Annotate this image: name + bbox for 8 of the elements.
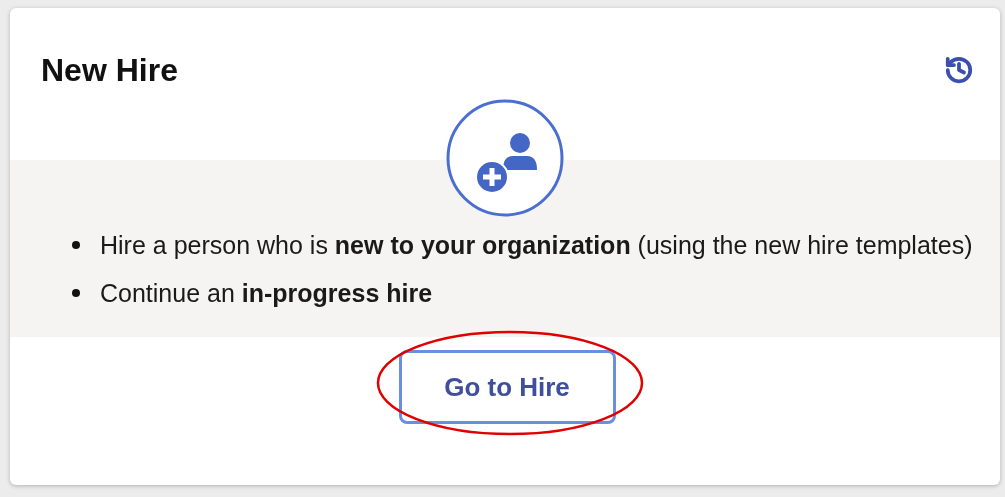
add-person-icon — [445, 98, 565, 218]
bullet-icon — [72, 241, 80, 249]
bullet-text: Continue an in-progress hire — [100, 278, 433, 309]
bullet-icon — [72, 289, 80, 297]
history-icon[interactable] — [944, 55, 974, 85]
card-title: New Hire — [41, 52, 178, 89]
go-to-hire-button[interactable]: Go to Hire — [398, 350, 616, 424]
bullet-text: Hire a person who is new to your organization (using the new hire templates) — [100, 230, 973, 261]
